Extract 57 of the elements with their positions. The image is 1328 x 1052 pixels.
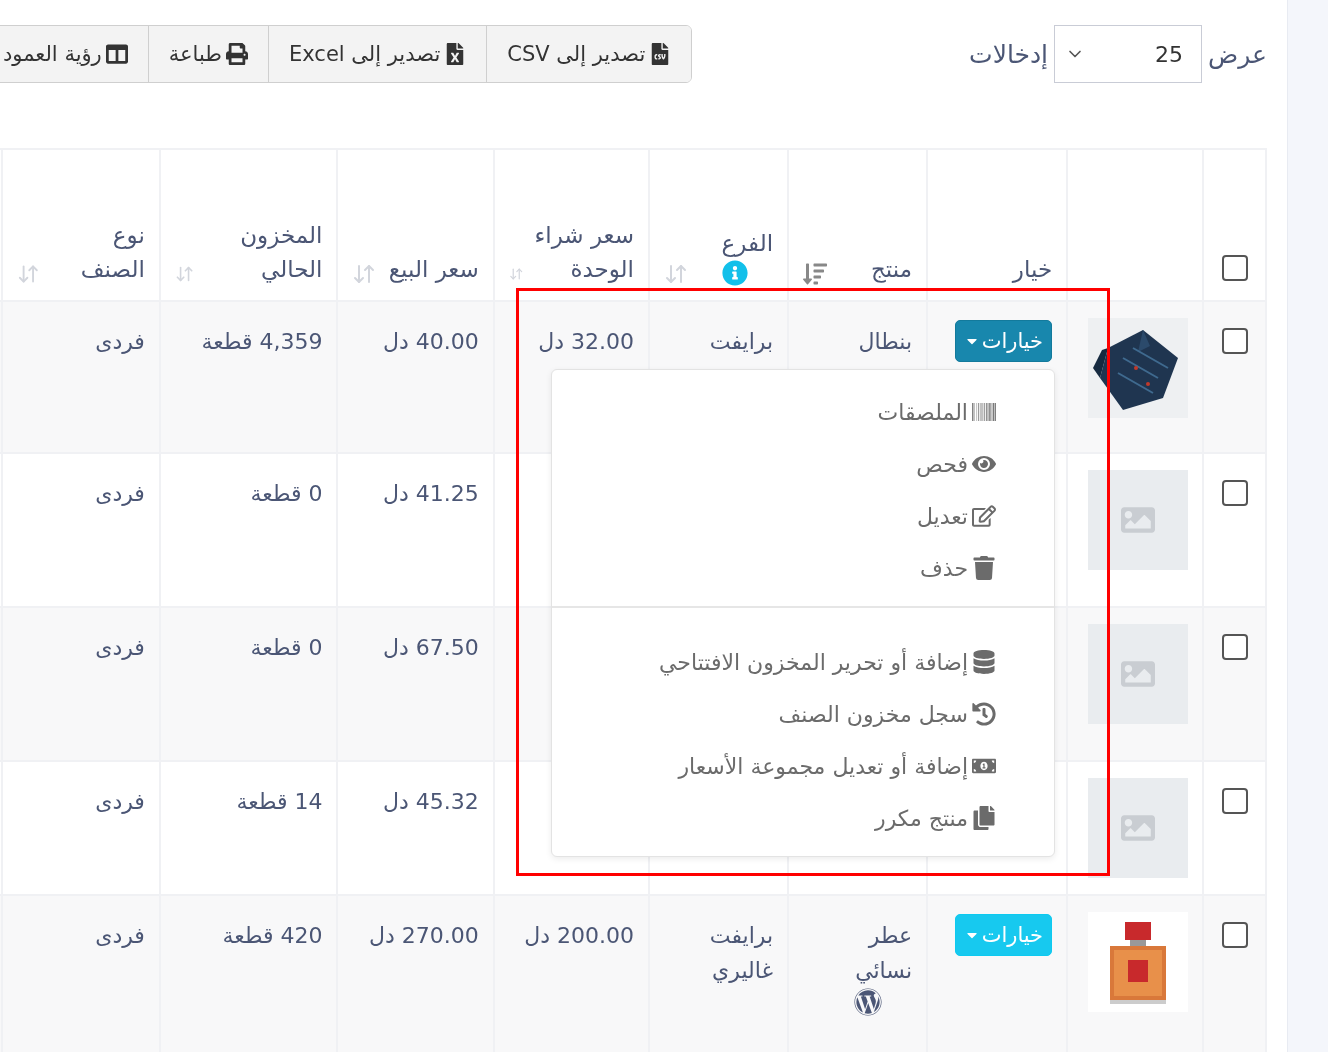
menu-item[interactable]: سجل مخزون الصنف [552,688,1054,740]
history-icon [972,702,996,726]
menu-item[interactable]: منتج مكرر [552,792,1054,844]
row-checkbox[interactable] [1221,788,1248,814]
entries-select[interactable]: 25 [1054,25,1203,83]
purchase-price: 200.00 دل [524,922,634,950]
item-type: فردى [95,480,145,508]
item-type: فردى [95,922,145,950]
sell-price: 45.32 دل [382,788,479,816]
barcode-icon [972,400,996,424]
database-icon [972,650,996,674]
row-checkbox[interactable] [1221,328,1248,354]
sell-price: 67.50 دل [382,634,479,662]
copy-icon [972,806,996,830]
options-button[interactable]: خيارات [954,320,1053,362]
show-label: عرض [1208,39,1267,69]
stock-quantity: 0 قطعة [250,480,323,508]
row-checkbox[interactable] [1221,922,1248,948]
export-button[interactable]: تصدير إلى CSV [486,26,692,82]
stock-quantity: 420 قطعة [222,922,323,950]
menu-item[interactable]: إضافة أو تعديل مجموعة الأسعار [552,740,1054,792]
menu-item[interactable]: الملصقات [552,386,1054,438]
menu-item[interactable]: إضافة أو تحرير المخزون الافتتاحي [552,636,1054,688]
menu-item[interactable]: تعديل [552,490,1054,542]
entries-label: إدخالات [969,39,1049,69]
edit-icon [972,504,996,528]
row-checkbox[interactable] [1221,634,1248,660]
column-header[interactable]: الفرع [721,226,774,260]
purchase-price: 32.00 دل [538,328,634,356]
product-name: عطر نسائي [854,922,913,986]
item-type: فردى [95,634,145,662]
product-name: بنطال [858,328,913,356]
sell-price: 40.00 دل [382,328,479,356]
column-header[interactable]: سعر البيع [388,252,479,286]
row-checkbox[interactable] [1221,480,1248,506]
column-header: خيار [1012,255,1053,282]
export-button[interactable]: رؤية العمود [0,26,148,82]
branch-name: برايفت غاليري [708,922,774,986]
branch-name: برايفت [709,328,774,356]
info-icon[interactable] [721,260,748,286]
item-type: فردى [95,328,145,356]
stock-quantity: 4,359 قطعة [201,328,323,356]
menu-item[interactable]: حذف [552,542,1054,594]
print-icon [226,43,248,65]
stock-quantity: 0 قطعة [250,634,323,662]
export-button[interactable]: طباعة [147,26,268,82]
export-button[interactable]: تصدير إلى Excel [268,26,487,82]
sort-descending-icon[interactable] [803,262,828,286]
sell-price: 41.25 دل [382,480,479,508]
menu-item[interactable]: فحص [552,438,1054,490]
select-all-checkbox[interactable] [1221,255,1248,281]
column-header[interactable]: منتج [871,252,913,286]
columns-icon [105,43,128,65]
stock-quantity: 14 قطعة [236,788,323,816]
item-type: فردى [95,788,145,816]
trash-icon [972,556,996,580]
sell-price: 270.00 دل [368,922,479,950]
